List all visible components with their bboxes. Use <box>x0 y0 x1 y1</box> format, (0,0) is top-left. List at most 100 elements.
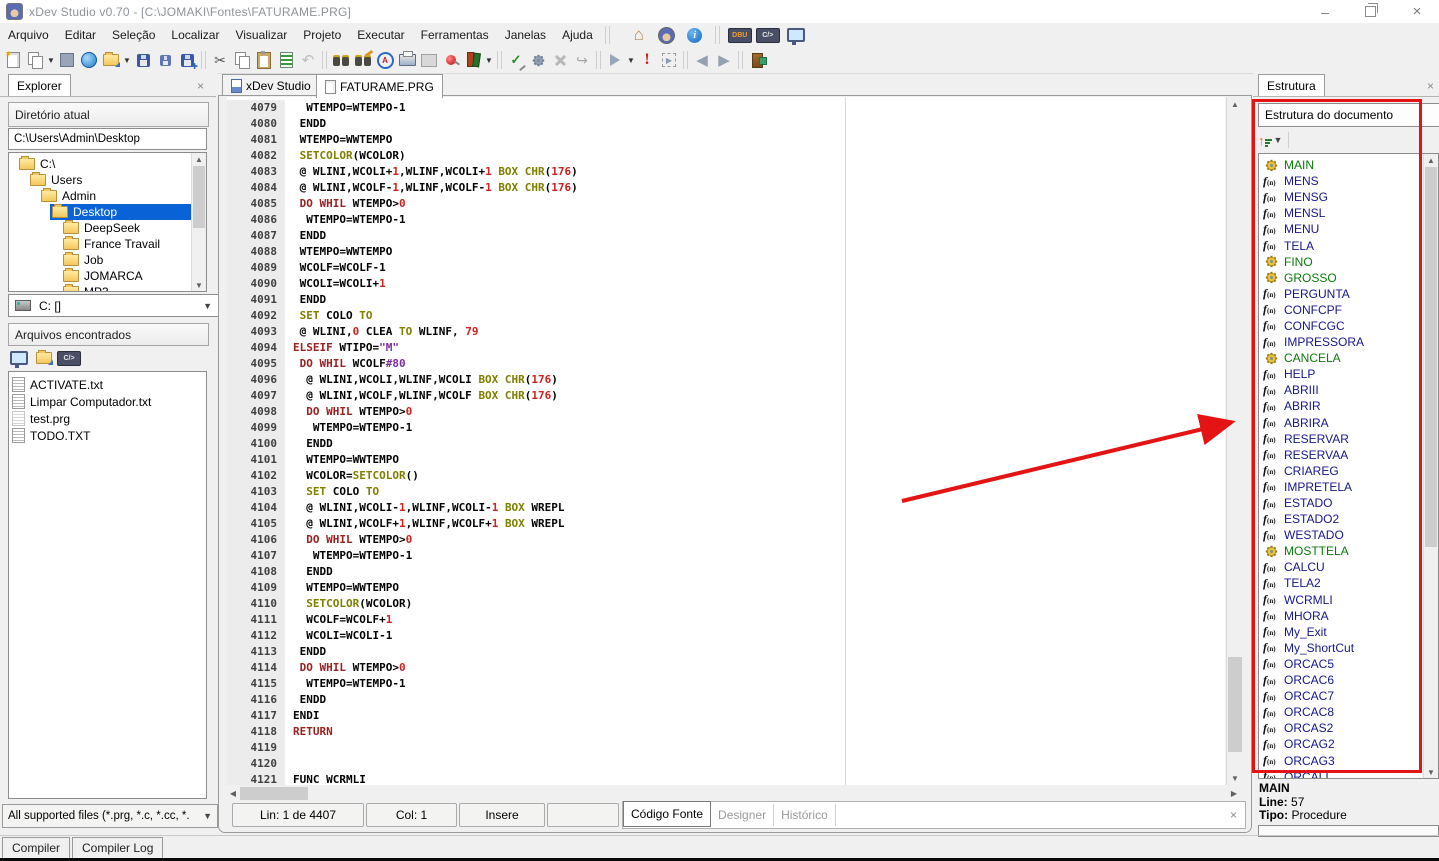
code-line[interactable]: 4114 DO WHIL WTEMPO>0 <box>227 660 1225 676</box>
code-line[interactable]: 4109 WTEMPO=WWTEMPO <box>227 580 1225 596</box>
dbu-badge-icon[interactable]: DBU <box>729 24 751 46</box>
find-in-files-icon[interactable]: A <box>374 49 396 71</box>
structure-item[interactable]: f(n)RESERVAR <box>1259 431 1438 447</box>
structure-item[interactable]: f(n)ORCAC6 <box>1259 672 1438 688</box>
save-icon[interactable] <box>132 49 154 71</box>
minimize-button[interactable]: – <box>1305 0 1345 23</box>
code-line[interactable]: 4107 WTEMPO=WTEMPO-1 <box>227 548 1225 564</box>
run-icon[interactable] <box>604 49 626 71</box>
code-line[interactable]: 4089 WCOLF=WCOLF-1 <box>227 260 1225 276</box>
structure-item[interactable]: f(n)WCRMLI <box>1259 592 1438 608</box>
menu-projeto[interactable]: Projeto <box>295 23 349 47</box>
syntax-check-icon[interactable]: ✓ <box>505 49 527 71</box>
structure-item[interactable]: FINO <box>1259 254 1438 270</box>
code-line[interactable]: 4082 SETCOLOR(WCOLOR) <box>227 148 1225 164</box>
stop-debug-icon[interactable]: ! <box>636 49 658 71</box>
structure-item[interactable]: f(n)ESTADO2 <box>1259 511 1438 527</box>
structure-item[interactable]: f(n)ORCALI <box>1259 769 1438 779</box>
structure-item[interactable]: f(n)MENS <box>1259 173 1438 189</box>
tree-item[interactable]: MP3 <box>9 284 206 292</box>
code-line[interactable]: 4106 DO WHIL WTEMPO>0 <box>227 532 1225 548</box>
code-line[interactable]: 4103 SET COLO TO <box>227 484 1225 500</box>
chevron-down-icon[interactable]: ▼ <box>122 56 132 65</box>
file-list-item[interactable]: TODO.TXT <box>12 427 206 444</box>
structure-item[interactable]: f(n)ORCAG3 <box>1259 752 1438 768</box>
tree-scroll-down-icon[interactable]: ▼ <box>192 279 206 291</box>
structure-item[interactable]: f(n)My_ShortCut <box>1259 640 1438 656</box>
code-line[interactable]: 4117ENDI <box>227 708 1225 724</box>
code-line[interactable]: 4104 @ WLINI,WCOLI-1,WLINF,WCOLI-1 BOX W… <box>227 500 1225 516</box>
undo-icon[interactable]: ↶ <box>297 49 319 71</box>
code-line[interactable]: 4083 @ WLINI,WCOLI+1,WLINF,WCOLI+1 BOX C… <box>227 164 1225 180</box>
code-line[interactable]: 4112 WCOLI=WCOLI-1 <box>227 628 1225 644</box>
code-line[interactable]: 4086 WTEMPO=WTEMPO-1 <box>227 212 1225 228</box>
code-line[interactable]: 4097 @ WLINI,WCOLF,WLINF,WCOLF BOX CHR(1… <box>227 388 1225 404</box>
tree-item[interactable]: Desktop <box>9 204 206 220</box>
tree-item[interactable]: C:\ <box>9 156 206 172</box>
structure-item[interactable]: f(n)HELP <box>1259 366 1438 382</box>
doc-close-icon[interactable]: × <box>1230 808 1237 822</box>
code-line[interactable]: 4094ELSEIF WTIPO="M" <box>227 340 1225 356</box>
structure-list[interactable]: MAINf(n)MENSf(n)MENSGf(n)MENSLf(n)MENU f(… <box>1258 153 1439 779</box>
structure-item[interactable]: f(n)WESTADO <box>1259 527 1438 543</box>
structure-scroll-down-icon[interactable]: ▼ <box>1424 766 1438 778</box>
code-line[interactable]: 4081 WTEMPO=WWTEMPO <box>227 132 1225 148</box>
close-button[interactable]: × <box>1397 0 1437 23</box>
code-line[interactable]: 4087 ENDD <box>227 228 1225 244</box>
cut-icon[interactable]: ✂ <box>209 49 231 71</box>
compile-gear-icon[interactable] <box>527 49 549 71</box>
chevron-down-icon[interactable]: ▼ <box>626 56 636 65</box>
code-line[interactable]: 4091 ENDD <box>227 292 1225 308</box>
structure-item[interactable]: f(n)CONFCGC <box>1259 318 1438 334</box>
menu-executar[interactable]: Executar <box>349 23 412 47</box>
replace-icon[interactable] <box>352 49 374 71</box>
tree-scroll-up-icon[interactable]: ▲ <box>192 153 206 165</box>
code-line[interactable]: 4098 DO WHIL WTEMPO>0 <box>227 404 1225 420</box>
tree-item[interactable]: DeepSeek <box>9 220 206 236</box>
structure-item[interactable]: f(n)ABRIR <box>1259 398 1438 414</box>
code-line[interactable]: 4113 ENDD <box>227 644 1225 660</box>
print-icon[interactable] <box>396 49 418 71</box>
structure-item[interactable]: f(n)MENSG <box>1259 189 1438 205</box>
structure-item[interactable]: f(n)CONFCPF <box>1259 302 1438 318</box>
code-line[interactable]: 4118RETURN <box>227 724 1225 740</box>
structure-item[interactable]: f(n)MENSL <box>1259 205 1438 221</box>
structure-item[interactable]: f(n)ABRIRA <box>1259 415 1438 431</box>
nav-forward-icon[interactable]: ▶ <box>713 49 735 71</box>
restore-button[interactable] <box>1350 0 1390 23</box>
editor-vscrollbar[interactable]: ▲ ▼ <box>1226 97 1243 785</box>
code-line[interactable]: 4102 WCOLOR=SETCOLOR() <box>227 468 1225 484</box>
tree-item[interactable]: JOMARCA <box>9 268 206 284</box>
chevron-down-icon[interactable]: ▼ <box>46 56 56 65</box>
tab-compiler[interactable]: Compiler <box>2 837 70 858</box>
structure-item[interactable]: f(n)MHORA <box>1259 608 1438 624</box>
save-all-icon[interactable]: ✚ <box>176 49 198 71</box>
code-line[interactable]: 4085 DO WHIL WTEMPO>0 <box>227 196 1225 212</box>
info-icon[interactable]: i <box>684 24 706 46</box>
structure-item[interactable]: f(n)My_Exit <box>1259 624 1438 640</box>
paste-icon[interactable] <box>253 49 275 71</box>
structure-item[interactable]: MAIN <box>1259 157 1438 173</box>
structure-scrollbar-thumb[interactable] <box>1425 167 1437 547</box>
code-line[interactable]: 4105 @ WLINI,WCOLF+1,WLINF,WCOLF+1 BOX W… <box>227 516 1225 532</box>
file-list-item[interactable]: Limpar Computador.txt <box>12 393 206 410</box>
code-line[interactable]: 4099 WTEMPO=WTEMPO-1 <box>227 420 1225 436</box>
new-file-icon[interactable] <box>2 49 24 71</box>
wizard-icon[interactable] <box>656 24 678 46</box>
help-books-icon[interactable] <box>462 49 484 71</box>
tree-item[interactable]: Job <box>9 252 206 268</box>
structure-item[interactable]: f(n)TELA2 <box>1259 575 1438 591</box>
code-line[interactable]: 4079 WTEMPO=WTEMPO-1 <box>227 100 1225 116</box>
file-list-item[interactable]: test.prg <box>12 410 206 427</box>
structure-item[interactable]: CANCELA <box>1259 350 1438 366</box>
code-line[interactable]: 4108 ENDD <box>227 564 1225 580</box>
code-line[interactable]: 4095 DO WHIL WCOLF#80 <box>227 356 1225 372</box>
explorer-close-icon[interactable]: × <box>197 79 204 93</box>
run-to-cursor-icon[interactable]: ▶ <box>658 49 680 71</box>
tab-explorer[interactable]: Explorer <box>8 74 71 97</box>
tree-scrollbar-thumb[interactable] <box>193 166 205 228</box>
structure-item[interactable]: f(n)IMPRESSORA <box>1259 334 1438 350</box>
tab-historico[interactable]: Histórico <box>774 804 836 826</box>
menu-visualizar[interactable]: Visualizar <box>227 23 295 47</box>
structure-item[interactable]: f(n)MENU <box>1259 221 1438 237</box>
